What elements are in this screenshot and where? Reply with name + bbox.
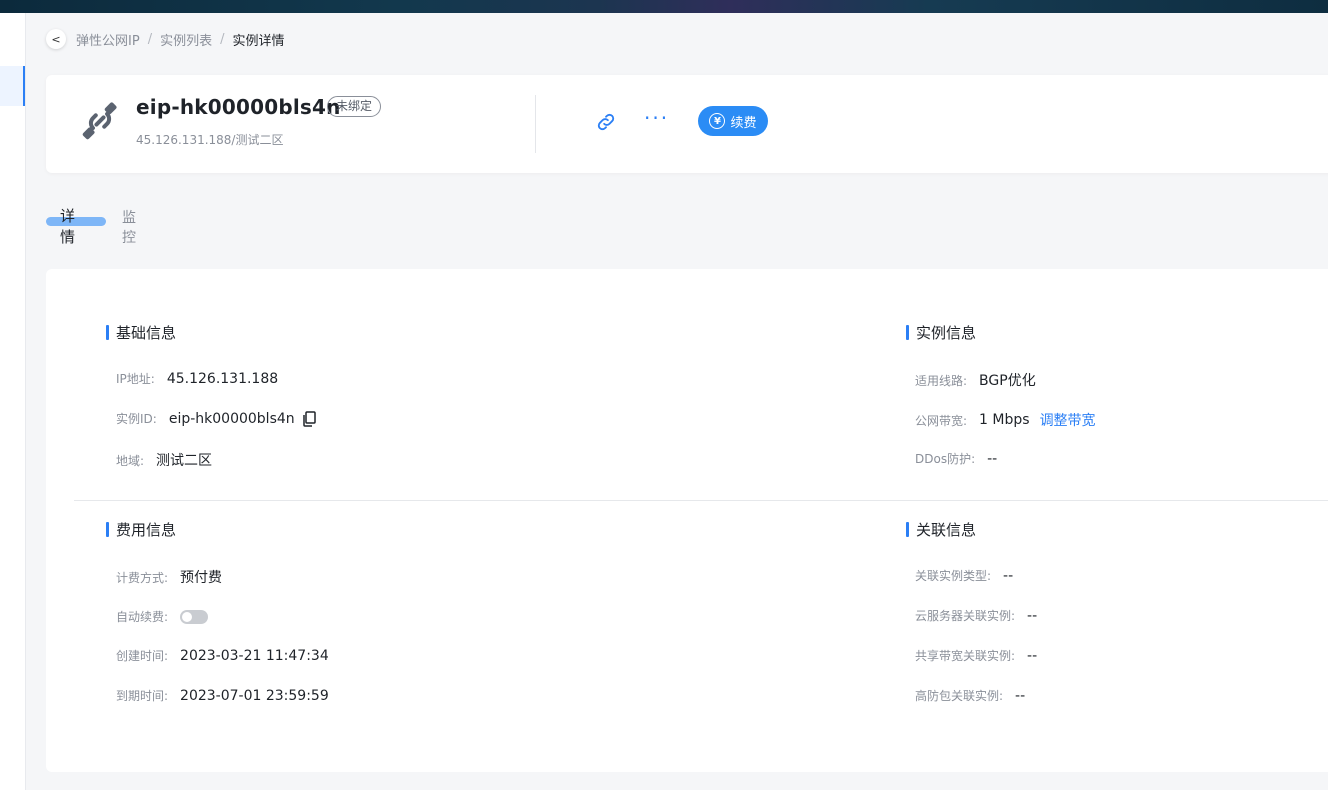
more-icon[interactable]: ··· <box>644 108 672 132</box>
row-label: 共享带宽关联实例: <box>915 649 1016 663</box>
yen-icon: ¥ <box>709 113 726 129</box>
row-value: 预付费 <box>180 570 223 586</box>
row-shared-bandwidth-association: 共享带宽关联实例: -- <box>915 647 1037 664</box>
tab-monitor-label: 监控 <box>122 210 136 246</box>
row-value: -- <box>987 450 998 467</box>
section-title-basic: 基础信息 <box>106 322 176 343</box>
row-value: 2023-03-21 11:47:34 <box>180 647 329 664</box>
instance-subtitle: 45.126.131.188/测试二区 <box>136 133 284 147</box>
row-billing-method: 计费方式: 预付费 <box>116 567 222 587</box>
tab-active-indicator <box>46 217 106 226</box>
row-line-type: 适用线路: BGP优化 <box>915 370 1036 390</box>
row-label: IP地址: <box>116 372 155 386</box>
top-banner <box>0 0 1328 13</box>
details-card: 基础信息 IP地址: 45.126.131.188 实例ID: eip-hk00… <box>46 269 1328 772</box>
row-label: 云服务器关联实例: <box>915 609 1016 623</box>
row-value: BGP优化 <box>979 373 1036 389</box>
tab-details-label: 详情 <box>60 207 76 246</box>
status-badge: 未绑定 <box>327 96 382 117</box>
row-ddos: DDos防护: -- <box>915 450 997 467</box>
adjust-bandwidth-link[interactable]: 调整带宽 <box>1040 410 1096 430</box>
section-title-association: 关联信息 <box>906 519 976 540</box>
row-value: 1 Mbps <box>979 412 1030 428</box>
row-value: 2023-07-01 23:59:59 <box>180 687 329 704</box>
row-label: 关联实例类型: <box>915 569 992 583</box>
tab-details[interactable]: 详情 <box>46 205 106 247</box>
breadcrumb: < 弹性公网IP / 实例列表 / 实例详情 <box>46 29 285 49</box>
row-label: 地域: <box>116 453 145 468</box>
row-associated-type: 关联实例类型: -- <box>915 567 1013 584</box>
instance-header-card: eip-hk00000bls4n 未绑定 45.126.131.188/测试二区… <box>46 75 1328 173</box>
row-value: -- <box>1015 687 1026 704</box>
row-label: DDos防护: <box>915 452 976 466</box>
section-title-billing: 费用信息 <box>106 519 176 540</box>
auto-renew-toggle[interactable] <box>180 609 209 624</box>
section-title-instance: 实例信息 <box>906 322 976 343</box>
renew-label: 续费 <box>730 115 757 131</box>
breadcrumb-separator: / <box>147 31 153 47</box>
row-label: 适用线路: <box>915 373 968 388</box>
row-region: 地域: 测试二区 <box>116 450 212 470</box>
row-value: 测试二区 <box>156 453 213 469</box>
row-ecs-association: 云服务器关联实例: -- <box>915 607 1037 624</box>
breadcrumb-eip[interactable]: 弹性公网IP <box>76 30 140 49</box>
eip-link-icon <box>82 102 117 140</box>
row-label: 公网带宽: <box>915 413 968 428</box>
copy-icon[interactable] <box>302 410 316 427</box>
row-value: 45.126.131.188 <box>166 370 279 387</box>
row-ip-address: IP地址: 45.126.131.188 <box>116 370 278 387</box>
row-label: 实例ID: <box>116 412 157 426</box>
breadcrumb-current: 实例详情 <box>232 33 285 49</box>
row-value: -- <box>1003 567 1014 584</box>
breadcrumb-separator: / <box>220 31 225 47</box>
row-auto-renew: 自动续费: <box>116 608 209 625</box>
renew-button[interactable]: ¥ 续费 <box>698 106 768 136</box>
tab-monitor[interactable]: 监控 <box>122 207 136 247</box>
row-antiddos-association: 高防包关联实例: -- <box>915 687 1025 704</box>
back-arrow-icon: < <box>51 32 61 46</box>
header-divider <box>535 95 536 153</box>
sidebar-active-item[interactable] <box>0 66 25 106</box>
breadcrumb-instance-list[interactable]: 实例列表 <box>160 30 212 49</box>
row-value: eip-hk00000bls4n <box>168 410 295 427</box>
row-label: 自动续费: <box>116 610 169 624</box>
row-instance-id: 实例ID: eip-hk00000bls4n <box>116 410 316 427</box>
section-divider <box>74 500 1328 501</box>
row-label: 计费方式: <box>116 570 169 585</box>
sidebar <box>0 13 26 790</box>
instance-title: eip-hk00000bls4n <box>136 95 341 119</box>
back-button[interactable]: < <box>46 29 66 49</box>
row-expire-time: 到期时间: 2023-07-01 23:59:59 <box>116 687 329 704</box>
row-label: 创建时间: <box>116 649 169 663</box>
row-value: -- <box>1027 647 1038 664</box>
row-value: -- <box>1027 607 1038 624</box>
row-label: 到期时间: <box>116 689 169 703</box>
bind-link-icon[interactable] <box>595 111 617 133</box>
row-label: 高防包关联实例: <box>915 689 1004 703</box>
row-bandwidth: 公网带宽: 1 Mbps 调整带宽 <box>915 410 1096 430</box>
row-created-time: 创建时间: 2023-03-21 11:47:34 <box>116 647 329 664</box>
